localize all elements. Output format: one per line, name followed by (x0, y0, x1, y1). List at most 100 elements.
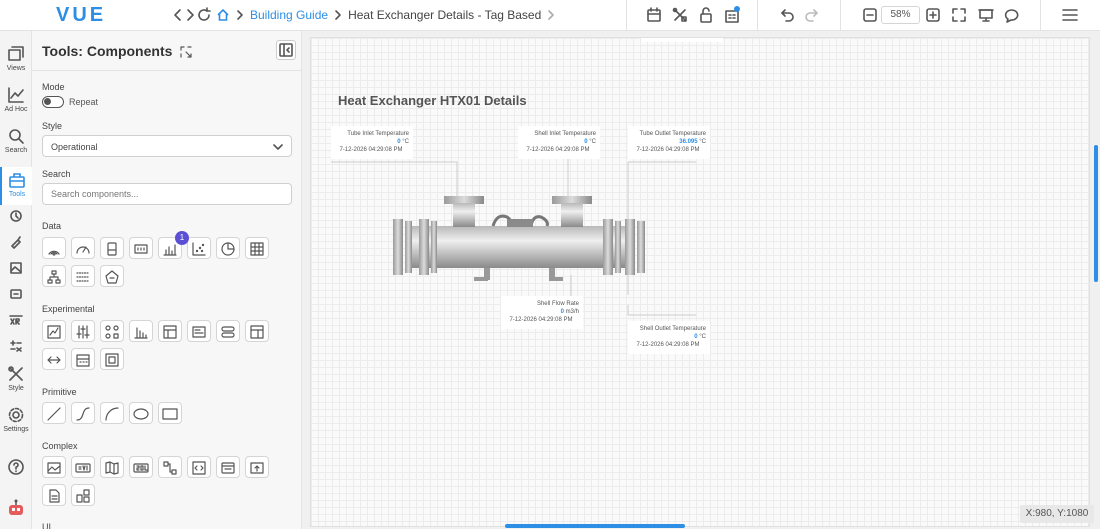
home-icon[interactable] (216, 8, 230, 22)
rail-history[interactable] (0, 209, 32, 225)
chevron-right-icon (334, 9, 342, 21)
tag-widget[interactable]: Shell Flow Rate 0 m3/h 7-12-2026 04:29:08 … (501, 296, 583, 329)
gear-icon (8, 407, 24, 423)
collapse-icon (279, 43, 293, 57)
scatter-icon (192, 242, 206, 256)
component-document-button[interactable] (42, 484, 66, 506)
component-hierarchy-button[interactable] (42, 265, 66, 287)
rail-style[interactable]: Style (0, 365, 32, 392)
component-svg-button[interactable] (71, 456, 95, 478)
image-icon (47, 462, 61, 474)
rail-math[interactable] (0, 339, 32, 355)
component-data-table-button[interactable] (158, 320, 182, 342)
present-icon[interactable] (977, 6, 995, 24)
tag-widget[interactable]: Shell Inlet Temperature 0 °C 7-12-2026 04:… (518, 126, 600, 159)
component-sliders-button[interactable] (71, 320, 95, 342)
rail-tools[interactable]: Tools (0, 167, 32, 205)
rail-adhoc[interactable]: Ad Hoc (0, 86, 32, 113)
component-building-button[interactable] (100, 265, 124, 287)
rail-search[interactable]: Search (0, 127, 32, 154)
dashboard-title[interactable]: Heat Exchanger HTX01 Details (338, 93, 527, 108)
component-map-button[interactable] (100, 456, 124, 478)
tag-widget[interactable]: Tube Outlet Temperature 36.095 °C 7-12-202… (628, 126, 710, 159)
refresh-icon[interactable] (196, 7, 212, 23)
canvas-grid[interactable]: Heat Exchanger HTX01 Details Tube Inlet … (310, 37, 1090, 527)
redo-icon[interactable] (803, 6, 821, 24)
component-arc-button[interactable] (100, 402, 124, 424)
calendar-icon[interactable] (645, 6, 663, 24)
style-label: Style (42, 121, 63, 131)
component-layout-button[interactable] (245, 320, 269, 342)
tank-icon (107, 242, 117, 256)
tools-panel: Tools: Components Mode Repeat Style Oper… (32, 31, 302, 529)
app-logo[interactable]: VUE (56, 4, 106, 27)
component-heatmap-button[interactable] (71, 265, 95, 287)
component-nodes-button[interactable] (100, 320, 124, 342)
rail-image[interactable] (0, 261, 32, 277)
component-line-button[interactable] (42, 402, 66, 424)
component-sql-button[interactable] (129, 456, 153, 478)
component-arrows-button[interactable] (42, 348, 66, 370)
component-column-chart-button[interactable] (129, 320, 153, 342)
style-select[interactable]: Operational (42, 135, 292, 157)
component-scatter-button[interactable] (187, 237, 211, 259)
rail-settings[interactable]: Settings (0, 406, 32, 433)
tag-label: Shell Inlet Temperature (534, 131, 596, 137)
divider (1040, 0, 1041, 31)
collapse-panel-button[interactable] (276, 40, 296, 60)
rail-xr[interactable] (0, 313, 32, 329)
zoom-out-icon[interactable] (861, 6, 879, 24)
component-card-button[interactable] (187, 320, 211, 342)
component-tank-button[interactable] (100, 237, 124, 259)
section-complex: Complex (42, 441, 78, 451)
zoom-in-icon[interactable] (924, 6, 942, 24)
component-image-button[interactable] (42, 456, 66, 478)
tools-icon[interactable] (671, 6, 689, 24)
component-calendar-button[interactable] (71, 348, 95, 370)
tag-widget[interactable]: Tube Inlet Temperature 0 °C 7-12-2026 04:2… (331, 126, 413, 159)
repeat-toggle[interactable] (42, 96, 64, 108)
component-upload-button[interactable] (245, 456, 269, 478)
rail-tag[interactable] (0, 287, 32, 303)
component-select-icon[interactable] (180, 46, 192, 58)
rail-help[interactable] (0, 458, 32, 478)
partial-widget[interactable] (641, 38, 723, 42)
component-table-button[interactable] (245, 237, 269, 259)
rail-paint[interactable] (0, 235, 32, 251)
fit-screen-icon[interactable] (950, 6, 968, 24)
rail-views[interactable]: Views (0, 45, 32, 72)
panel-title: Tools: Components (42, 43, 192, 59)
zoom-level-input[interactable]: 58% (881, 6, 920, 24)
canvas-area[interactable]: Heat Exchanger HTX01 Details Tube Inlet … (302, 31, 1100, 529)
component-rectangle-button[interactable] (158, 402, 182, 424)
component-numeric-button[interactable] (129, 237, 153, 259)
component-toggle-list-button[interactable] (216, 320, 240, 342)
search-components-input[interactable] (42, 183, 292, 205)
component-grid-button[interactable] (100, 348, 124, 370)
rail-robot[interactable] (0, 498, 32, 520)
component-window-button[interactable] (216, 456, 240, 478)
component-embed-button[interactable] (187, 456, 211, 478)
table-icon (250, 242, 264, 256)
canvas-horizontal-scrollbar[interactable] (505, 524, 685, 528)
unlock-icon[interactable] (697, 6, 715, 24)
line-chart-icon (47, 325, 61, 339)
component-signal-button[interactable] (42, 237, 66, 259)
notification-building-icon[interactable] (723, 6, 741, 24)
breadcrumb-building-guide[interactable]: Building Guide (250, 8, 328, 22)
chat-icon[interactable] (1004, 6, 1022, 24)
heat-exchanger-graphic[interactable] (389, 193, 649, 283)
undo-icon[interactable] (778, 6, 796, 24)
component-gauge-button[interactable] (71, 237, 95, 259)
tag-widget[interactable]: Shell Outlet Temperature 0 °C 7-12-2026 04… (628, 321, 710, 354)
component-pie-button[interactable] (216, 237, 240, 259)
component-widgets-button[interactable] (71, 484, 95, 506)
hamburger-menu-icon[interactable] (1061, 6, 1079, 24)
component-flow-button[interactable] (158, 456, 182, 478)
canvas-vertical-scrollbar[interactable] (1094, 145, 1098, 282)
component-ellipse-button[interactable] (129, 402, 153, 424)
component-line-chart-button[interactable] (42, 320, 66, 342)
component-curve-button[interactable] (71, 402, 95, 424)
layout-icon (250, 325, 264, 339)
section-data: Data (42, 221, 62, 231)
